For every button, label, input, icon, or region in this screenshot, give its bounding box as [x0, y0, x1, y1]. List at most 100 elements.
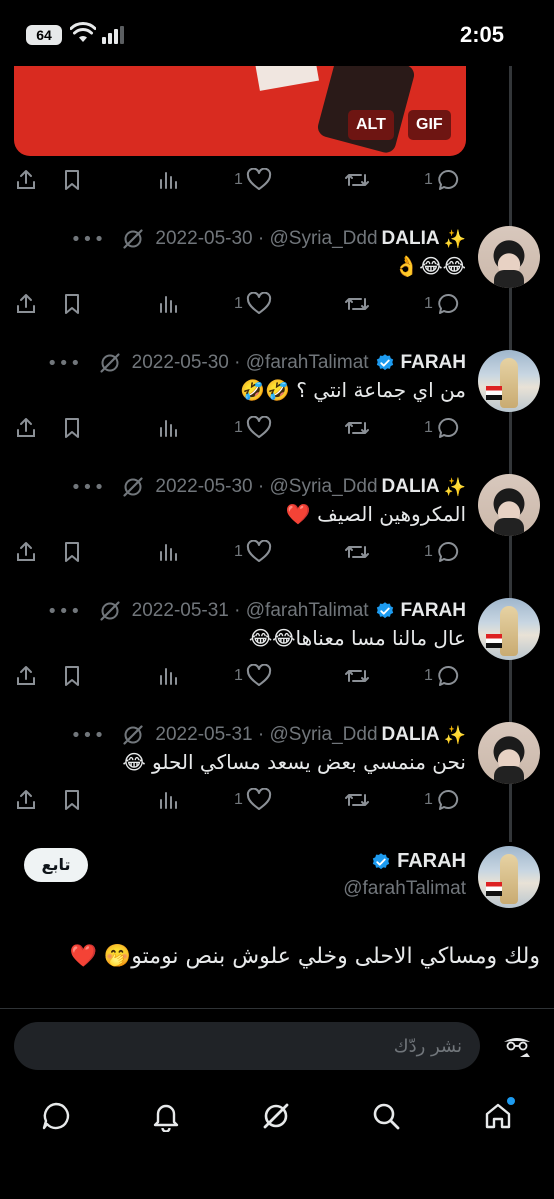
wifi-icon	[70, 22, 96, 42]
share-button[interactable]	[14, 661, 38, 691]
follow-button[interactable]: تابع	[24, 848, 88, 882]
more-options-icon[interactable]: •••	[47, 601, 82, 622]
retweet-button[interactable]	[344, 165, 370, 195]
bookmark-button[interactable]	[60, 661, 84, 691]
battery-indicator: 64	[26, 25, 62, 45]
nav-notifications[interactable]	[146, 1096, 186, 1136]
main-post-text: ولك ومساكي الاحلى وخلي علوش بنص نومتو🤭 ❤…	[69, 944, 541, 969]
reply-button[interactable]: 1	[424, 289, 462, 319]
bookmark-button[interactable]	[60, 413, 84, 443]
share-button[interactable]	[14, 537, 38, 567]
views-icon	[160, 792, 177, 809]
like-button[interactable]: 1	[234, 413, 272, 443]
retweet-button[interactable]	[344, 413, 370, 443]
reply-date: 2022-05-30	[131, 352, 229, 373]
bookmark-button[interactable]	[60, 165, 84, 195]
reply-author-name[interactable]: DALIA	[382, 228, 440, 250]
retweet-button[interactable]	[344, 537, 370, 567]
views-icon	[160, 544, 177, 561]
bookmark-icon	[65, 294, 79, 314]
reply-handle[interactable]: @Syria_Ddd	[270, 476, 378, 498]
share-button[interactable]	[14, 165, 38, 195]
like-button[interactable]: 1	[234, 661, 272, 691]
views-button[interactable]	[156, 785, 180, 815]
status-time: 2:05	[459, 22, 504, 47]
views-button[interactable]	[156, 289, 180, 319]
reply-count: 1	[424, 791, 433, 808]
like-button[interactable]: 1	[234, 165, 272, 195]
share-button[interactable]	[14, 289, 38, 319]
nav-grok[interactable]	[256, 1096, 296, 1136]
reply-handle[interactable]: @Syria_Ddd	[270, 228, 378, 250]
reply-avatar[interactable]	[478, 474, 540, 536]
retweet-button[interactable]	[344, 661, 370, 691]
like-button[interactable]: 1	[234, 289, 272, 319]
reply-author-name[interactable]: DALIA	[382, 476, 440, 498]
reply-handle[interactable]: @Syria_Ddd	[270, 724, 378, 746]
more-options-icon[interactable]: •••	[71, 725, 106, 746]
verified-icon	[372, 852, 390, 869]
reply-icon	[438, 789, 459, 810]
reply-text: المكروهين الصيف ❤️	[285, 502, 466, 526]
views-button[interactable]	[156, 413, 180, 443]
nav-search[interactable]	[366, 1096, 406, 1136]
tweet-actions: 11	[14, 289, 468, 319]
like-icon	[246, 664, 272, 686]
user-avatar[interactable]	[492, 1026, 542, 1068]
share-button[interactable]	[14, 785, 38, 815]
reply-avatar[interactable]	[478, 226, 540, 288]
reply-author-name[interactable]: DALIA	[382, 724, 440, 746]
gif-badge[interactable]: GIF	[408, 110, 451, 140]
tweet-actions: 11	[14, 165, 468, 195]
reply-header: ••• 2022-05-31 · @farahTalimat FARAH	[47, 598, 466, 624]
reply-button[interactable]: 1	[424, 413, 462, 443]
main-post-name: FARAH	[397, 850, 466, 872]
share-button[interactable]	[14, 413, 38, 443]
reply-avatar[interactable]	[478, 722, 540, 784]
retweet-button[interactable]	[344, 289, 370, 319]
separator: ·	[252, 476, 270, 497]
sparkle-emoji: ✨	[443, 228, 466, 250]
tweet-media-gif[interactable]: ALT GIF	[14, 66, 466, 156]
reply-avatar[interactable]	[478, 598, 540, 660]
more-options-icon[interactable]: •••	[71, 477, 106, 498]
notifications-icon	[153, 1104, 179, 1132]
reply-avatar[interactable]	[478, 350, 540, 412]
separator: ·	[228, 600, 246, 621]
main-post-handle[interactable]: @farahTalimat	[343, 878, 466, 900]
bottom-navigation	[0, 1088, 554, 1148]
like-icon	[246, 788, 272, 810]
alt-badge[interactable]: ALT	[348, 110, 394, 140]
reply-icon	[438, 169, 459, 190]
main-post-author[interactable]: FARAH	[371, 850, 466, 873]
reply-handle[interactable]: @farahTalimat	[246, 600, 369, 622]
bookmark-button[interactable]	[60, 289, 84, 319]
reply-author-name[interactable]: FARAH	[401, 600, 466, 622]
nav-home[interactable]	[478, 1096, 518, 1136]
more-options-icon[interactable]: •••	[71, 229, 106, 250]
bookmark-button[interactable]	[60, 785, 84, 815]
views-button[interactable]	[156, 661, 180, 691]
tweet-actions: 11	[14, 537, 468, 567]
share-icon	[17, 790, 35, 809]
reply-text: عال مالنا مسا معناها😂😂	[248, 626, 466, 650]
views-button[interactable]	[156, 165, 180, 195]
reply-count: 1	[424, 295, 433, 312]
retweet-icon	[345, 546, 369, 558]
bookmark-button[interactable]	[60, 537, 84, 567]
reply-button[interactable]: 1	[424, 785, 462, 815]
views-button[interactable]	[156, 537, 180, 567]
nav-messages[interactable]	[36, 1096, 76, 1136]
reply-button[interactable]: 1	[424, 537, 462, 567]
reply-author-name[interactable]: FARAH	[401, 352, 466, 374]
more-options-icon[interactable]: •••	[47, 353, 82, 374]
main-post-avatar[interactable]	[478, 846, 540, 908]
like-button[interactable]: 1	[234, 785, 272, 815]
reply-button[interactable]: 1	[424, 165, 462, 195]
like-button[interactable]: 1	[234, 537, 272, 567]
reply-text: 😂😂👌	[394, 254, 466, 278]
retweet-button[interactable]	[344, 785, 370, 815]
reply-handle[interactable]: @farahTalimat	[246, 352, 369, 374]
reply-button[interactable]: 1	[424, 661, 462, 691]
reply-input[interactable]	[14, 1022, 480, 1070]
